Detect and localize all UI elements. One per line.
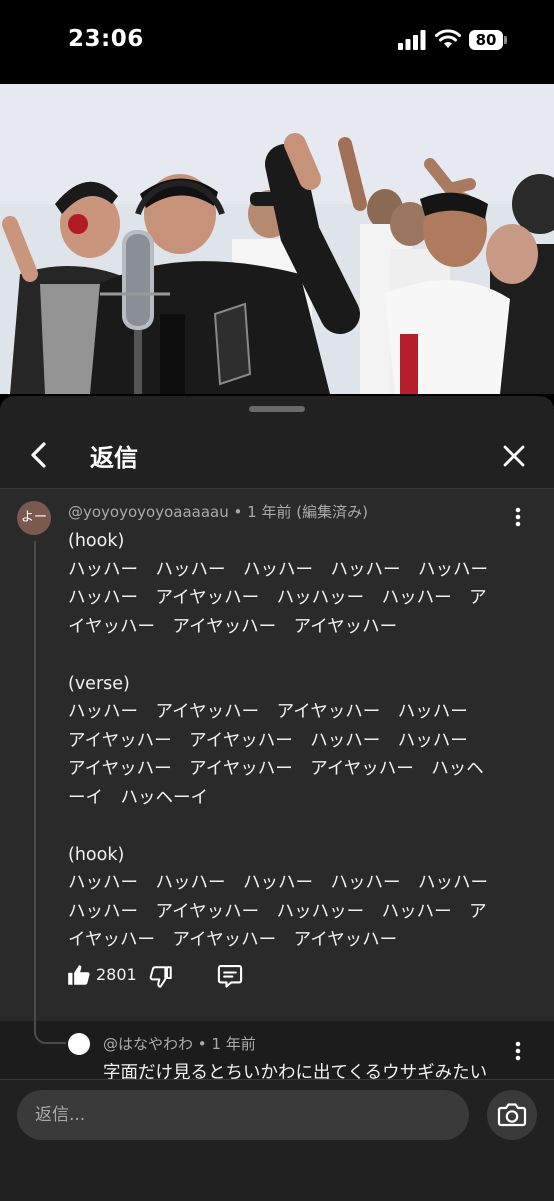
comment-text: (hook) ハッハー ハッハー ハッハー ハッハー ハッハー ハッハー アイヤ…: [68, 531, 488, 950]
avatar[interactable]: よー: [17, 501, 51, 535]
replies-header: 返信: [0, 424, 554, 486]
close-button[interactable]: [494, 436, 534, 476]
reply-meta: @はなやわわ • 1 年前: [103, 1033, 256, 1054]
reply-button[interactable]: [216, 962, 244, 990]
status-time: 23:06: [68, 26, 144, 52]
reply-more-button[interactable]: [508, 1039, 528, 1063]
camera-button[interactable]: [487, 1090, 537, 1140]
reply-input[interactable]: [17, 1090, 469, 1140]
camera-icon: [497, 1103, 527, 1127]
cellular-signal-icon: [398, 30, 426, 50]
comment-icon: [217, 965, 243, 988]
chevron-left-icon: [31, 442, 46, 468]
close-icon: [503, 445, 525, 467]
thread-line: [34, 541, 36, 1081]
dislike-button[interactable]: [148, 964, 174, 990]
battery-indicator: 80: [469, 30, 503, 50]
video-frame-image: [0, 84, 554, 394]
back-button[interactable]: [20, 436, 58, 474]
sheet-drag-handle[interactable]: [249, 406, 305, 412]
reply-avatar[interactable]: [68, 1033, 90, 1055]
like-count: 2801: [96, 965, 137, 984]
comment-more-button[interactable]: [508, 505, 528, 529]
status-bar: 23:06 80: [0, 0, 554, 84]
parent-comment: よー @yoyoyoyoyoaaaaau • 1 年前 (編集済み) (hook…: [0, 489, 554, 1081]
thumb-up-icon: [68, 965, 90, 985]
comment-time: 1 年前 (編集済み): [247, 503, 368, 521]
battery-nub: [504, 36, 507, 44]
more-vert-icon: [515, 507, 521, 527]
wifi-icon: [435, 29, 461, 48]
thumb-down-icon: [149, 966, 172, 988]
replies-sheet: 返信 よー @yoyoyoyoyoaaaaau • 1 年前 (編集済み) (h…: [0, 396, 554, 1201]
page-title: 返信: [90, 444, 138, 472]
more-vert-icon: [515, 1041, 521, 1061]
comment-author[interactable]: @yoyoyoyoyoaaaaau: [68, 503, 229, 521]
reply-connector-line: [34, 1021, 66, 1044]
comment-actions: 2801: [66, 962, 366, 992]
reply-comment: @はなやわわ • 1 年前 字面だけ見るとちいかわに出てくるウサギみたい: [0, 1021, 554, 1083]
meta-separator: •: [197, 1035, 207, 1053]
reply-time: 1 年前: [211, 1035, 256, 1053]
comment-meta: @yoyoyoyoyoaaaaau • 1 年前 (編集済み): [68, 501, 368, 522]
reply-composer: [0, 1079, 554, 1201]
reply-author[interactable]: @はなやわわ: [103, 1035, 193, 1053]
video-player[interactable]: [0, 84, 554, 394]
like-button[interactable]: [66, 962, 92, 988]
meta-separator: •: [233, 503, 243, 521]
